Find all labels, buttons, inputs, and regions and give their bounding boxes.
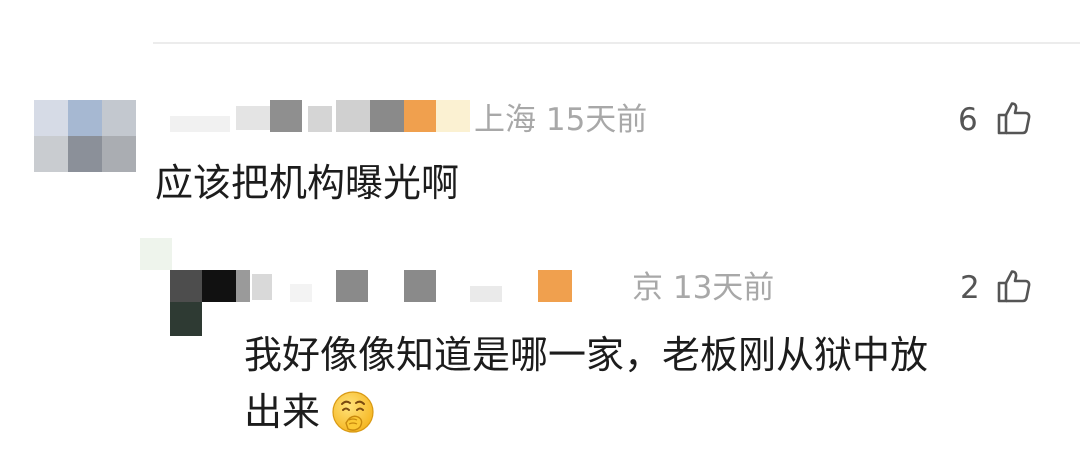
thumbs-up-icon[interactable] (996, 100, 1032, 136)
thumbs-up-icon[interactable] (996, 268, 1032, 304)
like-count: 2 (960, 270, 980, 306)
comment-text-line-2: 出来 (244, 390, 321, 434)
avatar[interactable] (34, 100, 136, 172)
location-time: 京 13天前 (632, 270, 775, 306)
username-blurred[interactable] (170, 100, 475, 134)
thinking-emoji-icon (332, 391, 374, 433)
username-blurred[interactable] (252, 270, 574, 304)
location-time: 上海 15天前 (474, 102, 648, 138)
comment-text: 应该把机构曝光啊 (155, 161, 460, 205)
avatar[interactable] (140, 238, 250, 338)
comment-text-line-1: 我好像像知道是哪一家，老板刚从狱中放 (244, 333, 929, 377)
like-count: 6 (958, 102, 978, 138)
top-divider (153, 42, 1080, 44)
